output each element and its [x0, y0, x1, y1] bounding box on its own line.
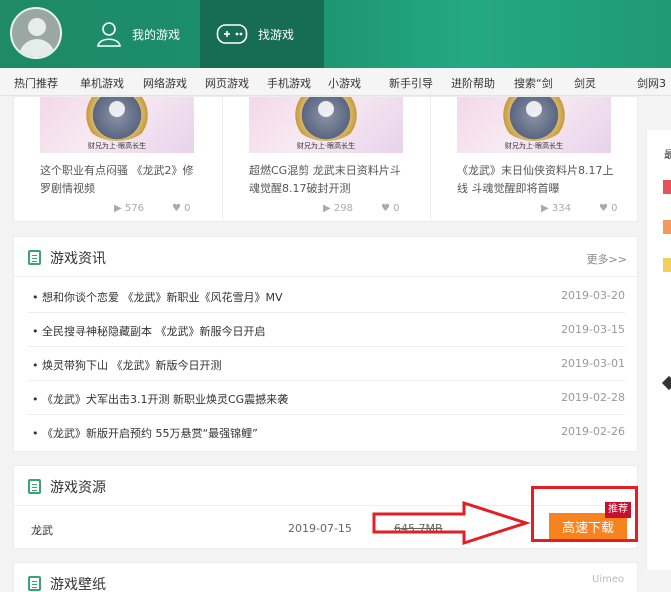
heart-icon: ♥ — [172, 203, 185, 214]
news-item-date: 2019-03-20 — [561, 289, 625, 302]
heart-icon: ♥ — [381, 203, 394, 214]
like-count[interactable]: ♥ 0 — [599, 203, 618, 214]
thumbnail-caption: 财兄为上·眼高长生 — [504, 142, 564, 150]
nav-item-web[interactable]: 网页游戏 — [205, 75, 249, 91]
play-count-icon: ▶ — [541, 203, 552, 214]
news-item[interactable]: • 焕灵带狗下山 《龙武》新版今日开测 2019-03-01 — [28, 347, 625, 381]
nav-item-jianwang3[interactable]: 剑网3 — [637, 75, 666, 91]
tab-my-games-label: 我的游戏 — [132, 27, 181, 42]
rank-chip — [663, 180, 671, 194]
video-thumbnail[interactable]: 财兄为上·眼高长生 — [40, 97, 194, 153]
news-header: 游戏资讯 更多>> — [14, 237, 637, 277]
news-section: 游戏资讯 更多>> • 想和你谈个恋爱 《龙武》新职业《风花雪月》MV 2019… — [13, 236, 638, 452]
news-item-date: 2019-03-01 — [561, 357, 625, 370]
nav-item-mini[interactable]: 小游戏 — [328, 75, 361, 91]
like-count-value: 0 — [393, 203, 400, 214]
news-item-title[interactable]: • 《龙武》犬军出击3.1开测 新职业焕灵CG震撼来袭 — [32, 391, 288, 407]
play-count-value: 334 — [551, 203, 571, 214]
top-header: 我的游戏 找游戏 — [0, 0, 671, 68]
news-item-title[interactable]: • 全民搜寻神秘隐藏副本 《龙武》新服今日开启 — [32, 323, 265, 339]
wallpaper-header: 游戏壁纸 — [14, 563, 637, 592]
video-title[interactable]: 超燃CG混剪 龙武末日资料片斗魂觉醒8.17破封开测 — [249, 162, 409, 198]
document-icon — [28, 479, 41, 494]
nav-item-search[interactable]: 搜索“剑 — [514, 75, 553, 91]
nav-item-newbie[interactable]: 新手引导 — [389, 75, 433, 91]
tab-find-games[interactable]: 找游戏 — [200, 0, 324, 68]
video-card[interactable]: 财兄为上·眼高长生 这个职业有点闷骚 《龙武2》修罗剧情视频 ▶ 576 ♥ 0 — [14, 97, 204, 221]
red-arrow-annotation — [372, 500, 531, 546]
tab-find-games-label: 找游戏 — [258, 27, 295, 42]
nav-item-jianling[interactable]: 剑灵 — [574, 75, 596, 91]
more-link[interactable]: 更多>> — [587, 251, 627, 267]
play-icon[interactable] — [526, 101, 542, 117]
avatar-head-shape — [28, 18, 46, 36]
video-thumbnail[interactable]: 财兄为上·眼高长生 — [457, 97, 611, 153]
gamepad-icon — [216, 24, 248, 44]
like-count[interactable]: ♥ 0 — [172, 203, 191, 214]
wallpaper-section: 游戏壁纸 — [13, 562, 638, 592]
video-list: 财兄为上·眼高长生 这个职业有点闷骚 《龙武2》修罗剧情视频 ▶ 576 ♥ 0… — [13, 96, 638, 222]
user-icon — [97, 22, 121, 47]
news-title: 游戏资讯 — [50, 251, 106, 267]
nav-item-advanced[interactable]: 进阶帮助 — [451, 75, 495, 91]
video-title[interactable]: 《龙武》末日仙侠资料片8.17上线 斗魂觉醒即将首曝 — [457, 162, 617, 198]
play-count: ▶ 576 — [114, 203, 144, 214]
news-item[interactable]: • 想和你谈个恋爱 《龙武》新职业《风花雪月》MV 2019-03-20 — [28, 279, 625, 313]
news-item-date: 2019-02-26 — [561, 425, 625, 438]
video-card[interactable]: 财兄为上·眼高长生 超燃CG混剪 龙武末日资料片斗魂觉醒8.17破封开测 ▶ 2… — [223, 97, 413, 221]
play-count-value: 298 — [333, 203, 353, 214]
play-count: ▶ 334 — [541, 203, 571, 214]
right-sidebar: 最 — [646, 130, 671, 570]
avatar[interactable] — [10, 7, 62, 59]
play-icon[interactable] — [109, 101, 125, 117]
document-icon — [28, 250, 41, 265]
play-count-value: 576 — [124, 203, 144, 214]
rank-chip — [663, 220, 671, 234]
thumbnail-caption: 财兄为上·眼高长生 — [296, 142, 356, 150]
like-count-value: 0 — [611, 203, 618, 214]
image-icon — [28, 576, 41, 591]
video-card[interactable]: 财兄为上·眼高长生 《龙武》末日仙侠资料片8.17上线 斗魂觉醒即将首曝 ▶ 3… — [431, 97, 621, 221]
sidebar-heading-char: 最 — [664, 150, 671, 161]
resource-name: 龙武 — [31, 524, 53, 537]
nav-item-online[interactable]: 网络游戏 — [143, 75, 187, 91]
news-item-date: 2019-02-28 — [561, 391, 625, 404]
rank-chip — [663, 258, 671, 272]
heart-icon: ♥ — [599, 203, 612, 214]
resources-title: 游戏资源 — [50, 480, 106, 496]
play-count: ▶ 298 — [323, 203, 353, 214]
resource-date: 2019-07-15 — [288, 522, 352, 535]
nav-item-mobile[interactable]: 手机游戏 — [267, 75, 311, 91]
news-item[interactable]: • 《龙武》新版开启预约 55万悬赏“最强锦鲤” 2019-02-26 — [28, 415, 625, 449]
category-nav: 热门推荐 单机游戏 网络游戏 网页游戏 手机游戏 小游戏 新手引导 进阶帮助 搜… — [0, 68, 671, 96]
news-item-title[interactable]: • 想和你谈个恋爱 《龙武》新职业《风花雪月》MV — [32, 289, 283, 305]
carousel-arrow-icon[interactable] — [661, 375, 671, 391]
play-count-icon: ▶ — [114, 203, 125, 214]
wallpaper-title: 游戏壁纸 — [50, 577, 106, 592]
video-thumbnail[interactable]: 财兄为上·眼高长生 — [249, 97, 403, 153]
news-item[interactable]: • 《龙武》犬军出击3.1开测 新职业焕灵CG震撼来袭 2019-02-28 — [28, 381, 625, 415]
watermark: Uimeo — [592, 574, 625, 585]
avatar-body-shape — [19, 39, 55, 57]
tab-my-games[interactable]: 我的游戏 — [96, 0, 200, 68]
news-item-title[interactable]: • 焕灵带狗下山 《龙武》新版今日开测 — [32, 357, 221, 373]
news-item-date: 2019-03-15 — [561, 323, 625, 336]
recommend-badge: 推荐 — [605, 502, 631, 518]
news-item-title[interactable]: • 《龙武》新版开启预约 55万悬赏“最强锦鲤” — [32, 425, 258, 441]
play-count-icon: ▶ — [323, 203, 334, 214]
nav-item-hot[interactable]: 热门推荐 — [14, 75, 58, 91]
news-item[interactable]: • 全民搜寻神秘隐藏副本 《龙武》新服今日开启 2019-03-15 — [28, 313, 625, 347]
thumbnail-caption: 财兄为上·眼高长生 — [87, 142, 147, 150]
nav-item-single[interactable]: 单机游戏 — [80, 75, 124, 91]
like-count[interactable]: ♥ 0 — [381, 203, 400, 214]
play-icon[interactable] — [318, 101, 334, 117]
like-count-value: 0 — [184, 203, 191, 214]
video-title[interactable]: 这个职业有点闷骚 《龙武2》修罗剧情视频 — [40, 162, 200, 198]
